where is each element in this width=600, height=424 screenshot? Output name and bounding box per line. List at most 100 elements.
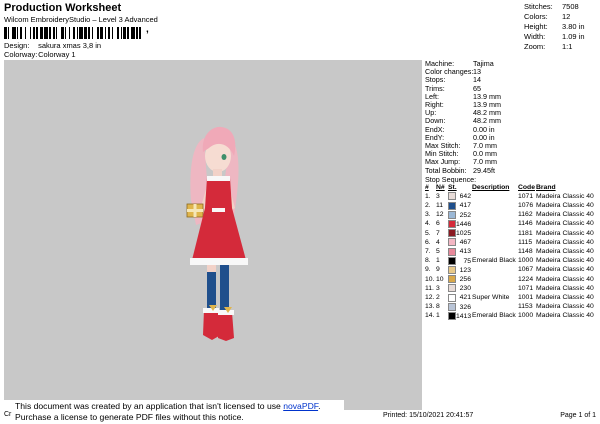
thread-code: 1153	[518, 303, 533, 311]
stop-sequence-rows: 1. 3 642 1071 Madeira Classic 40 2. 11 417 1076 M…	[425, 192, 594, 321]
stop-sequence-row: 2. 11 417 1076 Madeira Classic 40	[425, 201, 594, 211]
stop-number: 4.	[425, 220, 431, 228]
needle-number: 5	[436, 248, 440, 256]
novapdf-link[interactable]: novaPDF	[283, 401, 318, 411]
machine-info-row: Trims: 65	[425, 84, 597, 93]
thread-code: 1001	[518, 294, 534, 302]
stitch-count: 421	[459, 294, 471, 302]
stop-sequence-row: 11. 3 230 1071 Madeira Classic 40	[425, 284, 594, 293]
thread-code: 1067	[518, 266, 534, 274]
thread-description: Emerald Black	[472, 312, 516, 320]
thread-code: 1071	[518, 192, 534, 200]
col-code: Code	[518, 184, 535, 192]
printed-timestamp: Printed: 15/10/2021 20:41:57	[383, 412, 474, 419]
thread-code: 1000	[518, 312, 534, 320]
stop-sequence-row: 8. 1 75 Emerald Black 1000 Madeira Classic 40	[425, 256, 594, 266]
design-value: sakura xmas 3,8 in	[38, 41, 102, 50]
stitch-count: 252	[459, 211, 471, 219]
stat-height: Height: 3.80 in	[524, 22, 585, 31]
thread-brand: Madeira Classic 40	[536, 284, 594, 292]
needle-number: 3	[436, 284, 440, 292]
notice-line1-end: .	[318, 401, 321, 411]
stitch-cell: 252	[448, 210, 472, 220]
thread-description	[472, 284, 518, 293]
thread-color-swatch	[448, 275, 456, 284]
stop-sequence-row: 7. 5 413 1148 Madeira Classic 40	[425, 247, 594, 257]
thread-code: 1162	[518, 211, 533, 219]
barcode-suffix: ,	[146, 24, 149, 35]
stop-sequence-row: 6. 4 467 1115 Madeira Classic 40	[425, 238, 594, 247]
stitch-count: 642	[459, 193, 471, 201]
stitch-count: 467	[459, 239, 471, 247]
thread-brand: Madeira Classic 40	[536, 192, 594, 200]
stop-number: 9.	[425, 266, 431, 274]
needle-number: 4	[436, 238, 440, 246]
stitch-cell: 230	[448, 284, 472, 293]
stitch-cell: 421	[448, 293, 472, 303]
thread-color-swatch	[448, 229, 456, 238]
thread-color-swatch	[448, 256, 456, 265]
col-description: Description	[472, 184, 510, 192]
needle-number: 1	[436, 312, 440, 320]
barcode	[4, 27, 142, 39]
stop-sequence-row: 9. 9 123 1067 Madeira Classic 40	[425, 266, 594, 275]
stop-number: 5.	[425, 229, 431, 237]
stitch-cell: 1413	[448, 312, 472, 321]
thread-color-swatch	[448, 284, 456, 293]
embroidery-figure-illustration	[186, 126, 248, 341]
thread-color-swatch	[448, 302, 456, 311]
machine-info-row: Color changes: 13	[425, 67, 597, 76]
notice-prefix: Cr	[4, 411, 12, 418]
machine-info-list: Machine: Tajima Color changes: 13 Stops: 14 Tr…	[425, 59, 597, 175]
stop-sequence-row: 13. 8 326 1153 Madeira Classic 40	[425, 302, 594, 312]
col-brand: Brand	[536, 184, 556, 192]
thread-color-swatch	[448, 266, 456, 275]
thread-description	[472, 266, 518, 275]
stop-sequence-row: 14. 1 1413 Emerald Black 1000 Madeira Classic…	[425, 312, 594, 321]
stitch-count: 123	[459, 266, 471, 274]
stitch-cell: 1446	[448, 220, 472, 229]
stop-number: 11.	[425, 284, 434, 292]
stop-number: 12.	[425, 294, 435, 302]
stitch-count: 230	[459, 285, 471, 293]
stop-sequence-row: 4. 6 1446 1146 Madeira Classic 40	[425, 220, 594, 229]
machine-info-row: Right: 13.9 mm	[425, 100, 597, 109]
page-title: Production Worksheet	[4, 2, 122, 14]
notice-line1: This document was created by an applicat…	[15, 401, 284, 411]
machine-info-value: 29.45ft	[473, 165, 495, 175]
thread-brand: Madeira Classic 40	[536, 294, 594, 302]
thread-description: Emerald Black	[472, 257, 516, 265]
stop-sequence-row: 5. 7 1025 1181 Madeira Classic 40	[425, 229, 594, 238]
needle-number: 12	[436, 211, 444, 219]
colorway-line: Colorway: Colorway 1	[4, 50, 76, 59]
thread-code: 1115	[518, 238, 533, 246]
thread-code: 1000	[518, 257, 534, 265]
stop-number: 1.	[425, 192, 431, 200]
thread-color-swatch	[448, 192, 456, 201]
stop-sequence-row: 3. 12 252 1162 Madeira Classic 40	[425, 210, 594, 220]
stop-sequence-header: # N# St. Description Code Brand	[425, 184, 594, 192]
stitch-cell: 417	[448, 201, 472, 211]
thread-color-swatch	[448, 247, 456, 256]
thread-brand: Madeira Classic 40	[536, 220, 594, 228]
stitch-count: 256	[459, 276, 471, 284]
stitch-cell: 1025	[448, 229, 472, 238]
stitch-cell: 413	[448, 247, 472, 257]
thread-brand: Madeira Classic 40	[536, 266, 594, 274]
thread-description	[472, 192, 518, 201]
needle-number: 3	[436, 192, 440, 200]
thread-code: 1224	[518, 275, 534, 283]
thread-description: Super White	[472, 294, 510, 302]
colorway-value: Colorway 1	[38, 50, 76, 59]
col-number: #	[425, 184, 429, 192]
colorway-label: Colorway:	[4, 50, 38, 59]
thread-code: 1181	[518, 229, 533, 237]
thread-description	[472, 303, 518, 312]
col-stitches: St.	[448, 184, 457, 192]
thread-description	[472, 275, 518, 284]
machine-info-panel: Machine: Tajima Color changes: 13 Stops: 14 Tr…	[425, 59, 597, 321]
stop-number: 6.	[425, 238, 431, 246]
thread-description	[472, 211, 518, 220]
stitch-cell: 123	[448, 266, 472, 275]
stitch-count: 75	[463, 257, 471, 265]
